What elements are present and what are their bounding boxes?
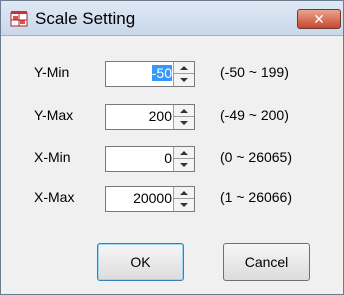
x-min-value[interactable]: 0 [108, 150, 172, 166]
y-max-range: (-49 ~ 200) [220, 107, 289, 123]
x-min-label: X-Min [34, 149, 71, 165]
x-max-label: X-Max [34, 189, 75, 205]
spin-up-arrow-icon[interactable] [174, 62, 194, 74]
ok-button[interactable]: OK [97, 243, 184, 281]
window-title: Scale Setting [35, 9, 136, 28]
y-min-spin-arrows [173, 62, 194, 86]
x-min-spin-arrows [173, 147, 194, 171]
y-min-value[interactable]: -50 [108, 65, 172, 81]
spin-down-arrow-icon[interactable] [174, 117, 194, 129]
y-max-label: Y-Max [34, 107, 74, 123]
y-max-value[interactable]: 200 [108, 108, 172, 124]
y-max-spinbox[interactable]: 200 [105, 104, 195, 130]
x-max-spin-arrows [173, 187, 194, 211]
y-min-spinbox[interactable]: -50 [105, 61, 195, 87]
spin-up-arrow-icon[interactable] [174, 105, 194, 117]
spin-down-arrow-icon[interactable] [174, 159, 194, 171]
x-max-value[interactable]: 20000 [108, 190, 172, 206]
x-min-range: (0 ~ 26065) [220, 149, 292, 165]
x-max-range: (1 ~ 26066) [220, 189, 292, 205]
cancel-button[interactable]: Cancel [223, 243, 310, 281]
title-bar: Scale Setting ✕ [1, 1, 343, 36]
spin-down-arrow-icon[interactable] [174, 199, 194, 211]
y-max-spin-arrows [173, 105, 194, 129]
x-max-spinbox[interactable]: 20000 [105, 186, 195, 212]
close-icon: ✕ [313, 10, 325, 27]
x-min-spinbox[interactable]: 0 [105, 146, 195, 172]
spin-up-arrow-icon[interactable] [174, 187, 194, 199]
spin-down-arrow-icon[interactable] [174, 74, 194, 86]
app-scale-icon [10, 10, 28, 28]
y-min-range: (-50 ~ 199) [220, 64, 289, 80]
spin-up-arrow-icon[interactable] [174, 147, 194, 159]
y-min-label: Y-Min [34, 64, 70, 80]
close-button[interactable]: ✕ [297, 9, 341, 29]
scale-setting-dialog: Scale Setting ✕ Y-Min -50 (-50 ~ 199) Y-… [0, 0, 344, 295]
